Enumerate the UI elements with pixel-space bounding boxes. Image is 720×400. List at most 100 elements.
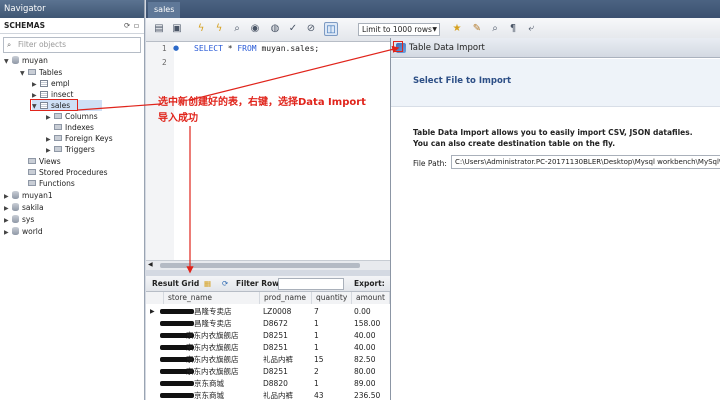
- schemas-header: SCHEMAS ⟳ ▫: [0, 18, 144, 34]
- database-icon: [12, 203, 19, 211]
- file-path-label: File Path:: [413, 159, 447, 168]
- autocommit-icon[interactable]: ◫: [324, 22, 338, 36]
- tree-item-columns[interactable]: ▶ Columns: [46, 111, 98, 122]
- tree-item-indexes[interactable]: Indexes: [54, 122, 94, 133]
- columns-icon: [54, 113, 62, 119]
- table-row[interactable]: 京东内衣旗舰店 礼品内裤 15 82.50: [146, 354, 390, 365]
- column-header[interactable]: prod_name: [260, 292, 312, 304]
- trigger-icon: [54, 146, 62, 152]
- refresh-icon[interactable]: ⟳: [222, 276, 228, 292]
- filter-rows-input[interactable]: [278, 278, 344, 290]
- database-icon: [12, 215, 19, 223]
- refresh-icon[interactable]: ⟳: [124, 18, 130, 34]
- sql-statement[interactable]: SELECT * FROM muyan.sales;: [194, 44, 319, 53]
- table-icon: [40, 80, 48, 87]
- search-icon[interactable]: ⌕: [488, 22, 502, 36]
- tree-item-sakila[interactable]: ▶ sakila: [4, 202, 44, 213]
- tree-item-world[interactable]: ▶ world: [4, 226, 43, 237]
- rollback-icon[interactable]: ⊘: [304, 22, 318, 36]
- folder-icon: [28, 180, 36, 186]
- sql-editor[interactable]: 1 2 ● SELECT * FROM muyan.sales;: [146, 42, 390, 260]
- export-label[interactable]: Export:: [354, 276, 385, 292]
- stop-icon[interactable]: ◉: [248, 22, 262, 36]
- tree-item-muyan[interactable]: ▼ muyan: [4, 55, 48, 66]
- table-row[interactable]: 昌隆专卖店 D8672 1 158.00: [146, 318, 390, 329]
- save-icon[interactable]: ▣: [170, 22, 184, 36]
- database-icon: [12, 191, 19, 199]
- result-grid-label[interactable]: Result Grid: [152, 276, 199, 292]
- dialog-description: Table Data Import allows you to easily i…: [413, 128, 693, 148]
- table-row[interactable]: 京东商城 礼品内裤 43 236.50: [146, 390, 390, 400]
- scroll-left-icon[interactable]: ◀: [148, 261, 153, 268]
- table-row[interactable]: 京东内衣旗舰店 D8251 1 40.00: [146, 342, 390, 353]
- tree-item-triggers[interactable]: ▶ Triggers: [46, 144, 95, 155]
- limit-rows-select[interactable]: Limit to 1000 rows ▼: [358, 23, 440, 36]
- result-grid: store_name prod_name quantity amount ▶ 昌…: [146, 292, 390, 400]
- tree-item-views[interactable]: Views: [28, 156, 61, 167]
- schemas-label: SCHEMAS: [4, 21, 45, 30]
- beautify-icon[interactable]: ★: [450, 22, 464, 36]
- table-row[interactable]: 昌隆专卖店 LZ0008 7 0.00: [146, 306, 390, 317]
- tab-sales[interactable]: sales: [148, 2, 181, 18]
- column-header[interactable]: store_name: [164, 292, 260, 304]
- folder-icon: [28, 169, 36, 175]
- table-data-import-dialog: Table Data Import Select File to Import …: [390, 38, 720, 400]
- line-gutter: 1 2: [146, 42, 174, 260]
- wrap-icon[interactable]: ⤶: [524, 22, 538, 36]
- chevron-right-icon[interactable]: ▶: [46, 145, 54, 156]
- tree-item-muyan1[interactable]: ▶ muyan1: [4, 190, 53, 201]
- tree-item-foreign-keys[interactable]: ▶ Foreign Keys: [46, 133, 113, 144]
- annotation-highlight-box: [393, 41, 403, 52]
- table-row[interactable]: 京东内衣旗舰店 D8251 2 80.00: [146, 366, 390, 377]
- folder-icon: [28, 158, 36, 164]
- filter-placeholder: Filter objects: [18, 40, 66, 49]
- horizontal-scrollbar[interactable]: ◀: [146, 260, 390, 270]
- grid-view-icon[interactable]: ▦: [204, 276, 211, 292]
- tree-item-empl[interactable]: ▶ empl: [32, 78, 70, 89]
- navigator-panel: Navigator SCHEMAS ⟳ ▫ ⌕ Filter objects ▼…: [0, 0, 145, 400]
- folder-icon: [28, 69, 36, 75]
- execute-current-icon[interactable]: ϟ: [212, 22, 226, 36]
- open-file-icon[interactable]: ▤: [152, 22, 166, 36]
- execute-icon[interactable]: ϟ: [194, 22, 208, 36]
- annotation-text: 选中新创建好的表，右键，选择Data Import 导入成功: [158, 97, 366, 124]
- dialog-title-bar: Table Data Import: [391, 38, 720, 58]
- editor-tab-bar: sales: [146, 0, 720, 18]
- commit-icon[interactable]: ✓: [286, 22, 300, 36]
- stop-on-error-icon[interactable]: ◍: [268, 22, 282, 36]
- find-icon[interactable]: ✎: [470, 22, 484, 36]
- table-row[interactable]: 京东商城 D8820 1 89.00: [146, 378, 390, 389]
- chevron-right-icon[interactable]: ▶: [4, 227, 12, 238]
- redaction-mark: [160, 381, 194, 386]
- redaction-mark: [160, 321, 194, 326]
- tree-item-sys[interactable]: ▶ sys: [4, 214, 34, 225]
- chevron-right-icon[interactable]: ▶: [4, 191, 12, 202]
- chevron-down-icon: ▼: [432, 26, 437, 33]
- column-header[interactable]: amount: [352, 292, 390, 304]
- tree-item-tables[interactable]: ▼ Tables: [20, 67, 62, 78]
- chevron-down-icon[interactable]: ▼: [4, 56, 12, 67]
- chevron-right-icon[interactable]: ▶: [4, 203, 12, 214]
- tree-item-functions[interactable]: Functions: [28, 178, 75, 189]
- chevron-right-icon[interactable]: ▶: [46, 112, 54, 123]
- explain-icon[interactable]: ⌕: [230, 22, 244, 36]
- grid-corner: [146, 292, 164, 304]
- indexes-icon: [54, 124, 62, 130]
- invisible-chars-icon[interactable]: ¶: [506, 22, 520, 36]
- chevron-right-icon[interactable]: ▶: [4, 215, 12, 226]
- search-icon: ⌕: [7, 40, 12, 49]
- database-icon: [12, 227, 19, 235]
- column-header[interactable]: quantity: [312, 292, 352, 304]
- tree-item-stored-procedures[interactable]: Stored Procedures: [28, 167, 108, 178]
- filter-objects-input[interactable]: ⌕ Filter objects: [3, 37, 141, 53]
- chevron-down-icon[interactable]: ▼: [20, 68, 28, 79]
- table-row[interactable]: 京东内衣旗舰店 D8251 1 40.00: [146, 330, 390, 341]
- redaction-mark: [160, 393, 194, 398]
- collapse-icon[interactable]: ▫: [134, 18, 139, 34]
- step-heading: Select File to Import: [413, 76, 512, 86]
- watermark: 知乎 @木言: [588, 363, 669, 379]
- scrollbar-thumb[interactable]: [160, 263, 360, 268]
- dialog-header: Select File to Import: [391, 59, 720, 107]
- table-icon: [40, 91, 48, 98]
- file-path-input[interactable]: C:\Users\Administrator.PC-20171130BLER\D…: [451, 155, 720, 169]
